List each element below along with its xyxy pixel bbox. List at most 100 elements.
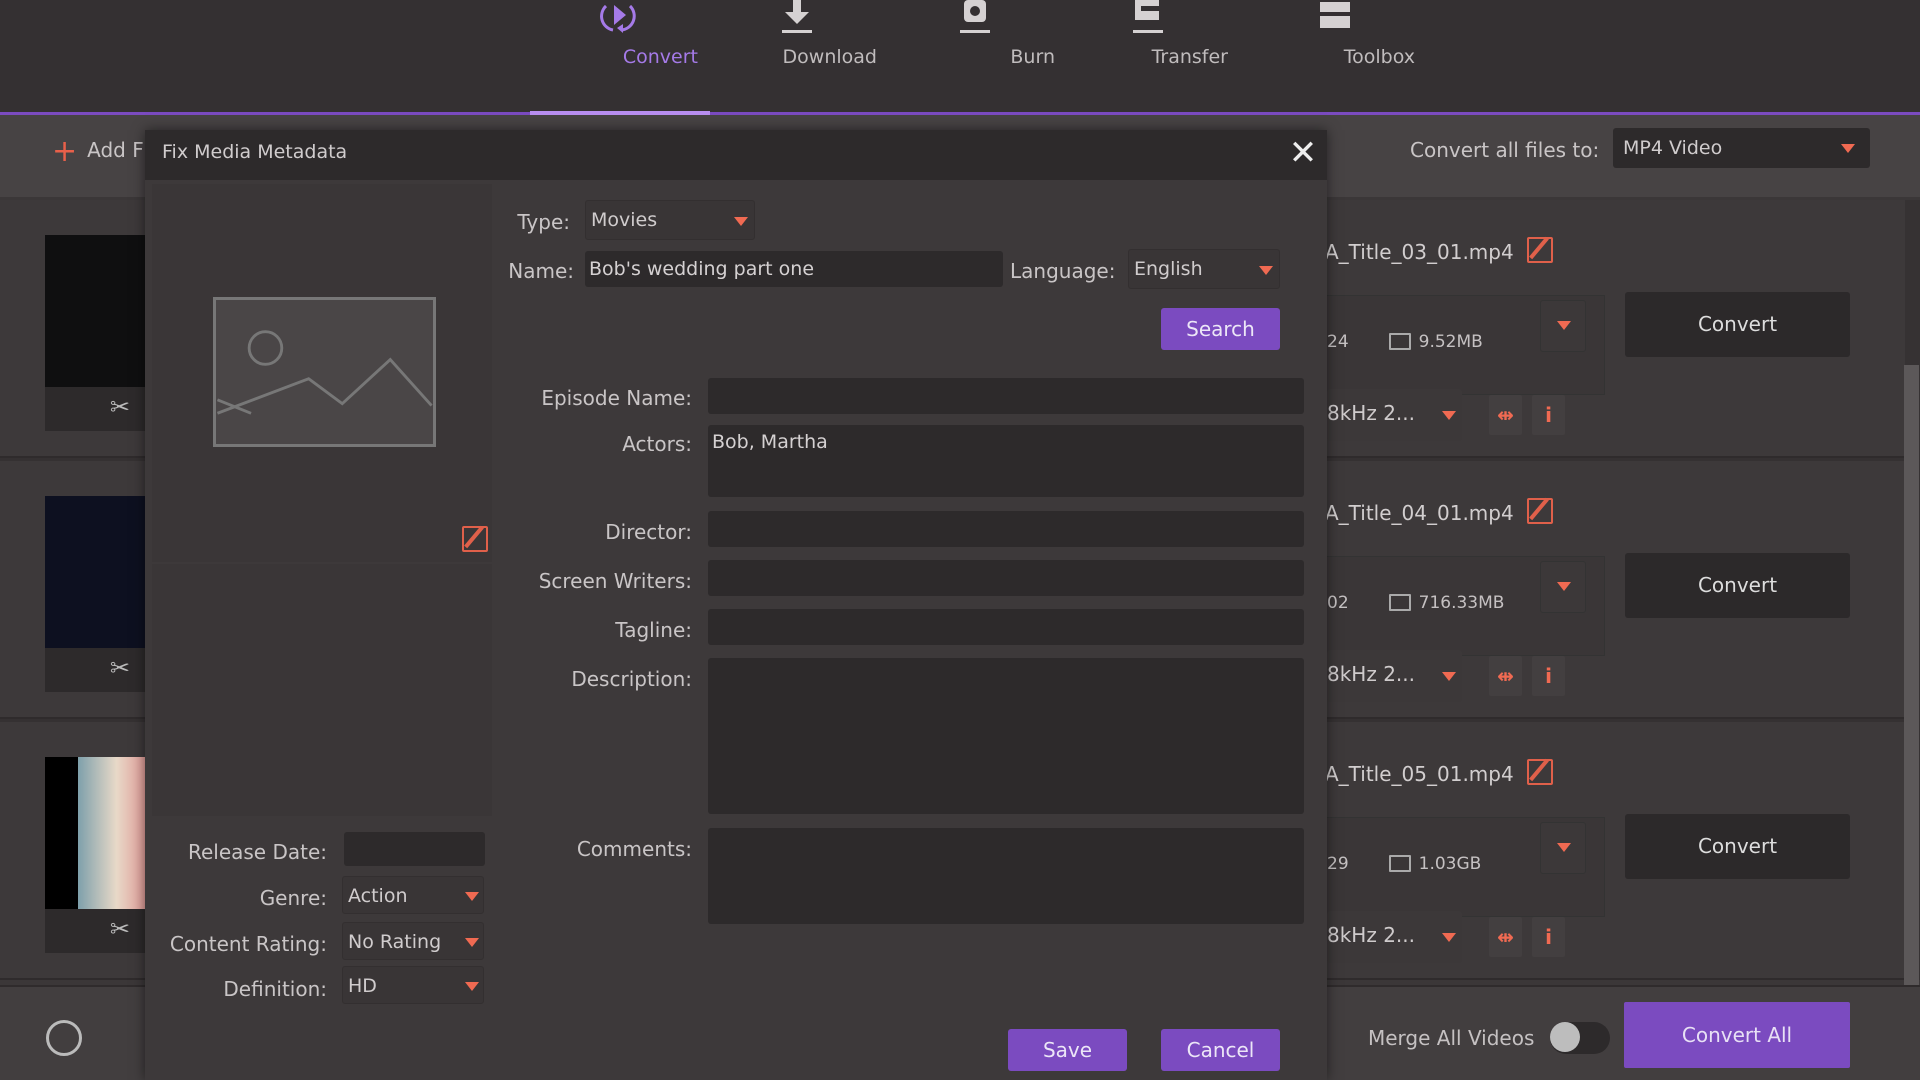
folder-icon (1388, 333, 1411, 350)
scissors-icon: ✂ (109, 915, 130, 943)
definition-label: Definition: (223, 977, 327, 1001)
merge-subtitle-button[interactable]: ⇹ (1489, 917, 1522, 957)
video-thumbnail[interactable] (45, 757, 155, 909)
trim-button[interactable]: ✂ (45, 909, 155, 953)
file-size: 716.33MB (1418, 593, 1505, 613)
audio-track-select[interactable]: 8kHz 2... (1327, 911, 1462, 963)
trim-button[interactable]: ✂ (45, 387, 155, 431)
release-date-input[interactable] (344, 832, 485, 866)
merge-subtitle-button[interactable]: ⇹ (1489, 395, 1522, 435)
language-label: Language: (1010, 259, 1116, 283)
save-button[interactable]: Save (1008, 1029, 1127, 1071)
definition-select[interactable]: HD (342, 966, 484, 1004)
type-select[interactable]: Movies (585, 200, 755, 240)
genre-value: Action (348, 885, 408, 907)
audio-track-value: 8kHz 2... (1327, 662, 1415, 686)
edit-icon[interactable] (1527, 498, 1553, 524)
content-rating-select[interactable]: No Rating (342, 922, 484, 960)
output-settings-dropdown[interactable] (1540, 300, 1586, 352)
nav-tab-download[interactable]: Download (717, 0, 877, 110)
screen-writers-label: Screen Writers: (538, 569, 692, 593)
scrollbar-thumb[interactable] (1904, 365, 1919, 985)
edit-icon[interactable] (1527, 237, 1553, 263)
nav-tab-transfer[interactable]: Transfer (1068, 0, 1228, 110)
duration-text: 02 (1327, 593, 1349, 613)
output-settings-dropdown[interactable] (1540, 561, 1586, 613)
episode-name-input[interactable] (708, 378, 1304, 414)
nav-tab-convert[interactable]: Convert (538, 0, 698, 110)
nav-tab-label: Convert (622, 46, 698, 68)
duration-text: 29 (1327, 854, 1349, 874)
convert-all-button[interactable]: Convert All (1624, 1002, 1850, 1068)
chevron-down-icon (1841, 144, 1855, 153)
actors-input[interactable]: Bob, Martha (708, 425, 1304, 497)
cancel-button[interactable]: Cancel (1161, 1029, 1280, 1071)
chevron-down-icon (465, 892, 479, 901)
type-label: Type: (517, 210, 570, 234)
nav-tab-label: Toolbox (1343, 46, 1415, 68)
comments-input[interactable] (708, 828, 1304, 924)
chevron-down-icon (734, 217, 748, 226)
type-value: Movies (591, 209, 658, 231)
dialog-title: Fix Media Metadata (162, 141, 348, 163)
folder-icon (1388, 594, 1411, 611)
language-select[interactable]: English (1128, 249, 1280, 289)
duration-text: 24 (1327, 332, 1349, 352)
edit-icon[interactable] (1527, 759, 1553, 785)
chevron-down-icon (1259, 266, 1273, 275)
actors-label: Actors: (622, 432, 692, 456)
output-settings-dropdown[interactable] (1540, 822, 1586, 874)
burn-icon (960, 0, 990, 33)
chevron-down-icon (1442, 672, 1456, 681)
search-button[interactable]: Search (1161, 308, 1280, 350)
file-meta: 29 1.03GB (1327, 854, 1481, 874)
merge-all-videos-label: Merge All Videos (1368, 1026, 1535, 1050)
nav-tab-toolbox[interactable]: Toolbox (1255, 0, 1415, 110)
file-meta: 02 716.33MB (1327, 593, 1504, 613)
content-rating-value: No Rating (348, 931, 442, 953)
info-button[interactable]: i (1532, 917, 1565, 957)
chevron-down-icon (465, 982, 479, 991)
audio-track-select[interactable]: 8kHz 2... (1327, 650, 1462, 702)
artwork-panel-lower (152, 564, 492, 816)
video-thumbnail[interactable] (45, 496, 155, 648)
trim-button[interactable]: ✂ (45, 648, 155, 692)
convert-icon (600, 4, 636, 33)
release-date-label: Release Date: (187, 840, 327, 864)
transfer-icon (1133, 0, 1163, 33)
edit-artwork-icon[interactable] (462, 526, 488, 552)
merge-subtitle-button[interactable]: ⇹ (1489, 656, 1522, 696)
nav-tab-label: Burn (1010, 46, 1055, 68)
chevron-down-icon (465, 938, 479, 947)
nav-tab-label: Transfer (1151, 46, 1228, 68)
convert-button[interactable]: Convert (1625, 814, 1850, 879)
genre-label: Genre: (259, 886, 327, 910)
tagline-input[interactable] (708, 609, 1304, 645)
file-meta: 24 9.52MB (1327, 332, 1483, 352)
scissors-icon: ✂ (109, 654, 130, 682)
chevron-down-icon (1557, 321, 1571, 330)
alarm-clock-icon[interactable] (46, 1020, 82, 1056)
chevron-down-icon (1442, 933, 1456, 942)
toggle-knob[interactable] (1550, 1022, 1580, 1052)
screen-writers-input[interactable] (708, 560, 1304, 596)
convert-button[interactable]: Convert (1625, 553, 1850, 618)
episode-name-label: Episode Name: (541, 386, 692, 410)
close-icon[interactable]: ✕ (1286, 136, 1320, 170)
director-input[interactable] (708, 511, 1304, 547)
info-button[interactable]: i (1532, 656, 1565, 696)
output-format-select[interactable]: MP4 Video (1613, 128, 1870, 168)
download-icon (782, 0, 812, 33)
video-thumbnail[interactable] (45, 235, 155, 387)
nav-tab-burn[interactable]: Burn (895, 0, 1055, 110)
top-navigation: Convert Download Burn Transfer Toolbox (0, 0, 1920, 112)
add-files-button[interactable]: + Add F (52, 134, 144, 169)
audio-track-select[interactable]: 8kHz 2... (1327, 389, 1462, 441)
director-label: Director: (605, 520, 692, 544)
name-input[interactable] (585, 251, 1003, 287)
genre-select[interactable]: Action (342, 876, 484, 914)
info-button[interactable]: i (1532, 395, 1565, 435)
description-input[interactable] (708, 658, 1304, 814)
convert-button[interactable]: Convert (1625, 292, 1850, 357)
file-name: A_Title_05_01.mp4 (1325, 762, 1514, 786)
